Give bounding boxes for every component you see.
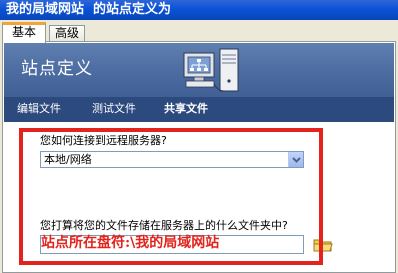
tab-panel: 站点定义 编辑文件 测试文件 共享文件 您如何连接到远程服务器? 本地/网络 您… bbox=[2, 41, 396, 273]
nav-edit-files[interactable]: 编辑文件 bbox=[17, 102, 61, 116]
title-bar[interactable]: 我的局域网站 的站点定义为 bbox=[0, 0, 398, 20]
banner-title: 站点定义 bbox=[21, 59, 93, 79]
banner: 站点定义 bbox=[4, 43, 394, 97]
tab-basic[interactable]: 基本 bbox=[2, 22, 46, 43]
highlight-annotation-box bbox=[19, 128, 323, 265]
window-title: 我的局域网站 的站点定义为 bbox=[6, 2, 172, 17]
nav-test-files[interactable]: 测试文件 bbox=[92, 102, 136, 116]
form-area: 您如何连接到远程服务器? 本地/网络 您打算将您的文件存储在服务器上的什么文件夹… bbox=[4, 122, 394, 272]
step-nav: 编辑文件 测试文件 共享文件 bbox=[4, 97, 394, 122]
tab-strip: 基本 高级 bbox=[0, 20, 398, 43]
nav-share-files[interactable]: 共享文件 bbox=[164, 102, 208, 116]
server-network-icon bbox=[183, 48, 239, 92]
tab-advanced[interactable]: 高级 bbox=[49, 25, 85, 42]
